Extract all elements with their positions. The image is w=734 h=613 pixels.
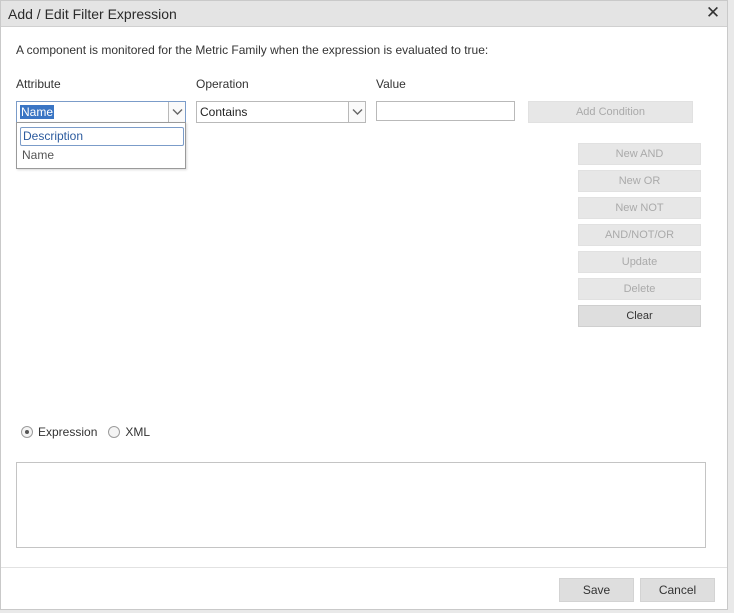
xml-radio-label[interactable]: XML xyxy=(125,425,150,439)
attribute-select[interactable]: Name xyxy=(16,101,186,123)
dialog-description: A component is monitored for the Metric … xyxy=(16,43,489,57)
attribute-option-name[interactable]: Name xyxy=(20,147,184,166)
footer-divider xyxy=(1,567,727,568)
xml-radio[interactable] xyxy=(108,426,121,438)
delete-button[interactable]: Delete xyxy=(578,278,701,300)
filter-expression-dialog: Add / Edit Filter Expression ✕ A compone… xyxy=(0,0,728,610)
dialog-titlebar: Add / Edit Filter Expression ✕ xyxy=(1,1,727,27)
attribute-select-value: Name xyxy=(20,105,55,119)
save-button[interactable]: Save xyxy=(559,578,634,602)
expression-radio[interactable] xyxy=(21,426,33,438)
new-and-button[interactable]: New AND xyxy=(578,143,701,165)
clear-button[interactable]: Clear xyxy=(578,305,701,327)
value-label: Value xyxy=(376,77,406,91)
attribute-label: Attribute xyxy=(16,77,61,91)
chevron-down-icon[interactable] xyxy=(348,102,365,122)
expression-textarea[interactable] xyxy=(16,462,706,548)
operation-label: Operation xyxy=(196,77,249,91)
add-condition-button[interactable]: Add Condition xyxy=(528,101,693,123)
dialog-title: Add / Edit Filter Expression xyxy=(8,6,177,22)
chevron-down-icon[interactable] xyxy=(168,102,185,122)
cancel-button[interactable]: Cancel xyxy=(640,578,715,602)
and-not-or-button[interactable]: AND/NOT/OR xyxy=(578,224,701,246)
view-mode-group: Expression XML xyxy=(21,425,150,439)
new-or-button[interactable]: New OR xyxy=(578,170,701,192)
expression-radio-label[interactable]: Expression xyxy=(38,425,97,439)
operation-select-value: Contains xyxy=(200,105,248,119)
attribute-option-description[interactable]: Description xyxy=(20,127,184,146)
update-button[interactable]: Update xyxy=(578,251,701,273)
close-icon[interactable]: ✕ xyxy=(705,4,721,22)
operation-select[interactable]: Contains xyxy=(196,101,366,123)
attribute-dropdown-list: Description Name xyxy=(16,122,186,169)
value-input[interactable] xyxy=(376,101,515,121)
new-not-button[interactable]: New NOT xyxy=(578,197,701,219)
background-strip xyxy=(729,0,734,613)
